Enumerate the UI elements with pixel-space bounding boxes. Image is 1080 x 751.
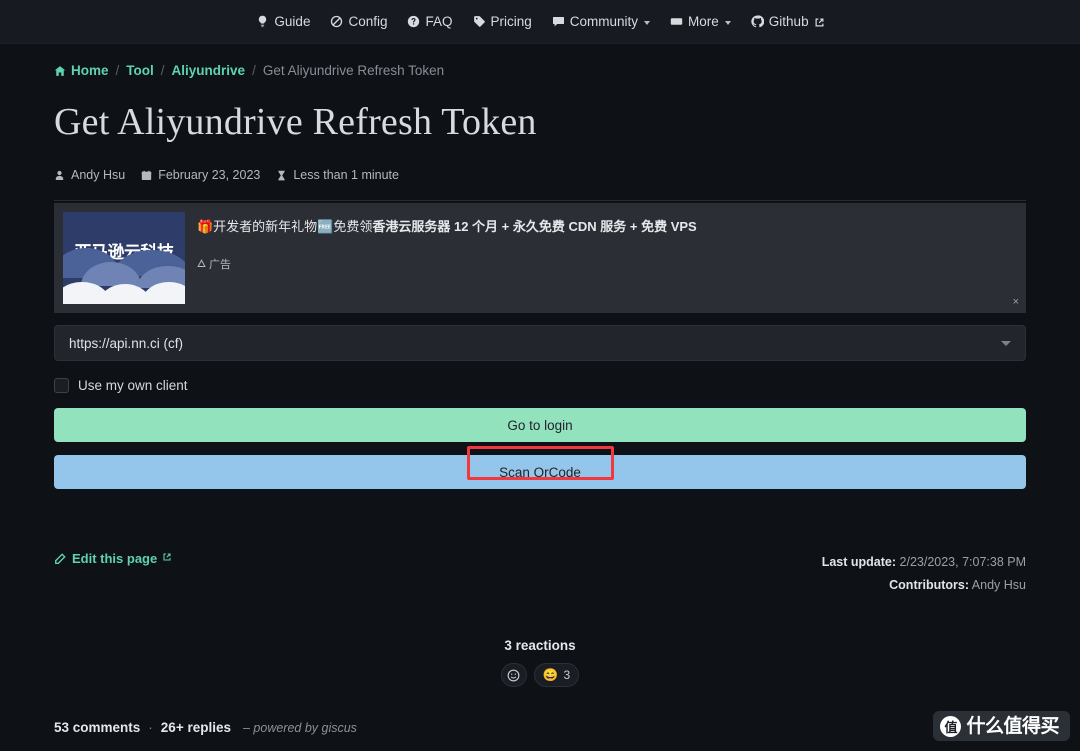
hourglass-icon (276, 170, 287, 181)
question-icon (407, 15, 420, 28)
meta-date: February 23, 2023 (141, 168, 260, 182)
external-link-icon (163, 553, 171, 565)
breadcrumb-item-tool[interactable]: Tool (126, 63, 154, 78)
use-own-client-checkbox[interactable] (54, 378, 69, 393)
use-own-client-label: Use my own client (78, 378, 188, 393)
tag-icon (473, 15, 486, 28)
nav-item-community[interactable]: Community (552, 15, 650, 29)
breadcrumb-current: Get Aliyundrive Refresh Token (263, 63, 444, 78)
replies-count: 26+ replies (161, 720, 231, 735)
nav-label: FAQ (425, 15, 452, 29)
breadcrumb-separator: / (161, 63, 165, 78)
last-update-row: Last update: 2/23/2023, 7:07:38 PM (822, 551, 1026, 574)
smzdm-watermark: 值 什么值得买 (933, 711, 1070, 741)
edit-icon (54, 553, 66, 565)
cloud-base (63, 297, 185, 304)
divider (54, 200, 1026, 201)
breadcrumb-item-aliyundrive[interactable]: Aliyundrive (172, 63, 246, 78)
ad-headline-bold: 香港云服务器 12 个月 + 永久免费 CDN 服务 + 免费 VPS (372, 219, 696, 234)
nav-item-guide[interactable]: Guide (256, 15, 310, 29)
article-footer: Edit this page Last update: 2/23/2023, 7… (54, 551, 1026, 597)
api-endpoint-select[interactable]: https://api.nn.ci (cf) (54, 325, 1026, 361)
select-value: https://api.nn.ci (cf) (69, 336, 183, 351)
nav-item-pricing[interactable]: Community Pricing (473, 15, 532, 29)
comments-separator: · (148, 720, 153, 735)
ad-body: 🎁开发者的新年礼物🆓免费领香港云服务器 12 个月 + 永久免费 CDN 服务 … (185, 203, 1026, 272)
breadcrumb-separator: / (252, 63, 256, 78)
smzdm-watermark-text: 什么值得买 (966, 717, 1059, 736)
reaction-pill[interactable]: 😄 3 (534, 663, 579, 687)
scan-qrcode-label: Scan QrCode (499, 465, 581, 480)
chat-icon (552, 15, 565, 28)
nav-item-faq[interactable]: FAQ (407, 15, 452, 29)
nav-label: Github (769, 15, 809, 29)
reactions-section: 3 reactions 😄 3 (54, 638, 1026, 687)
add-reaction-button[interactable] (501, 663, 527, 687)
smiley-icon (507, 669, 520, 682)
comments-count: 53 comments (54, 720, 140, 735)
edit-label: Edit this page (72, 551, 157, 566)
use-own-client-row[interactable]: Use my own client (54, 378, 1026, 393)
edit-this-page-link[interactable]: Edit this page (54, 551, 171, 566)
smzdm-badge-icon: 值 (940, 716, 961, 737)
nav-label: Config (348, 15, 387, 29)
reactions-row: 😄 3 (54, 663, 1026, 687)
chevron-down-icon (725, 21, 731, 25)
home-icon (54, 65, 66, 77)
github-icon (751, 15, 764, 28)
contributors-value: Andy Hsu (972, 578, 1026, 592)
page-title: Get Aliyundrive Refresh Token (54, 100, 1026, 144)
ad-disclosure: 广告 (197, 256, 1026, 272)
read-time: Less than 1 minute (293, 168, 399, 182)
meta-author: Andy Hsu (54, 168, 125, 182)
breadcrumb-item-home[interactable]: Home (54, 63, 109, 78)
breadcrumb-separator: / (116, 63, 120, 78)
page-content: Home / Tool / Aliyundrive / Get Aliyundr… (0, 63, 1080, 735)
reaction-count: 3 (563, 668, 570, 682)
comments-header: 53 comments · 26+ replies – powered by g… (54, 720, 1026, 735)
nav-label: More (688, 15, 719, 29)
meta-readtime: Less than 1 minute (276, 168, 399, 182)
laughing-emoji-icon: 😄 (543, 669, 559, 682)
author-name: Andy Hsu (71, 168, 125, 182)
powered-by-giscus: – powered by giscus (243, 721, 357, 735)
chevron-down-icon (1001, 341, 1011, 346)
go-to-login-button[interactable]: Go to login (54, 408, 1026, 442)
contributors-label: Contributors: (889, 578, 969, 592)
calendar-icon (141, 170, 152, 181)
window-icon (670, 15, 683, 28)
update-info: Last update: 2/23/2023, 7:07:38 PM Contr… (822, 551, 1026, 597)
publish-date: February 23, 2023 (158, 168, 260, 182)
go-to-login-label: Go to login (507, 418, 572, 433)
breadcrumb: Home / Tool / Aliyundrive / Get Aliyundr… (54, 63, 1026, 78)
settings-icon (330, 15, 343, 28)
nav-item-more[interactable]: More (670, 15, 731, 29)
chevron-down-icon (644, 21, 650, 25)
user-icon (54, 170, 65, 181)
last-update-value: 2/23/2023, 7:07:38 PM (900, 555, 1026, 569)
nav-item-github[interactable]: Github (751, 15, 824, 29)
ad-image[interactable]: 亚马逊云科技 (63, 212, 185, 304)
nav-item-config[interactable]: Config (330, 15, 387, 29)
adchoices-icon (197, 259, 206, 268)
article-meta: Andy Hsu February 23, 2023 Less than 1 m… (54, 168, 1026, 182)
bulb-icon (256, 15, 269, 28)
ad-headline[interactable]: 🎁开发者的新年礼物🆓免费领香港云服务器 12 个月 + 永久免费 CDN 服务 … (197, 217, 1026, 237)
nav-label: Guide (274, 15, 310, 29)
external-link-icon (815, 16, 824, 25)
ad-label-text: 广告 (209, 256, 231, 272)
scan-qrcode-button[interactable]: Scan QrCode (54, 455, 1026, 489)
nav-label: Community (570, 15, 638, 29)
nav-label: Pricing (491, 15, 532, 29)
reactions-title: 3 reactions (54, 638, 1026, 653)
ad-close-button[interactable]: × (1013, 297, 1019, 308)
ad-headline-plain: 🎁开发者的新年礼物🆓免费领 (197, 219, 372, 234)
top-navbar: Guide Config FAQ Community Pricing Commu… (0, 0, 1080, 44)
advertisement-banner[interactable]: 亚马逊云科技 🎁开发者的新年礼物🆓免费领香港云服务器 12 个月 + 永久免费 … (54, 203, 1026, 313)
contributors-row: Contributors: Andy Hsu (822, 574, 1026, 597)
last-update-label: Last update: (822, 555, 896, 569)
breadcrumb-home-label: Home (71, 63, 109, 78)
